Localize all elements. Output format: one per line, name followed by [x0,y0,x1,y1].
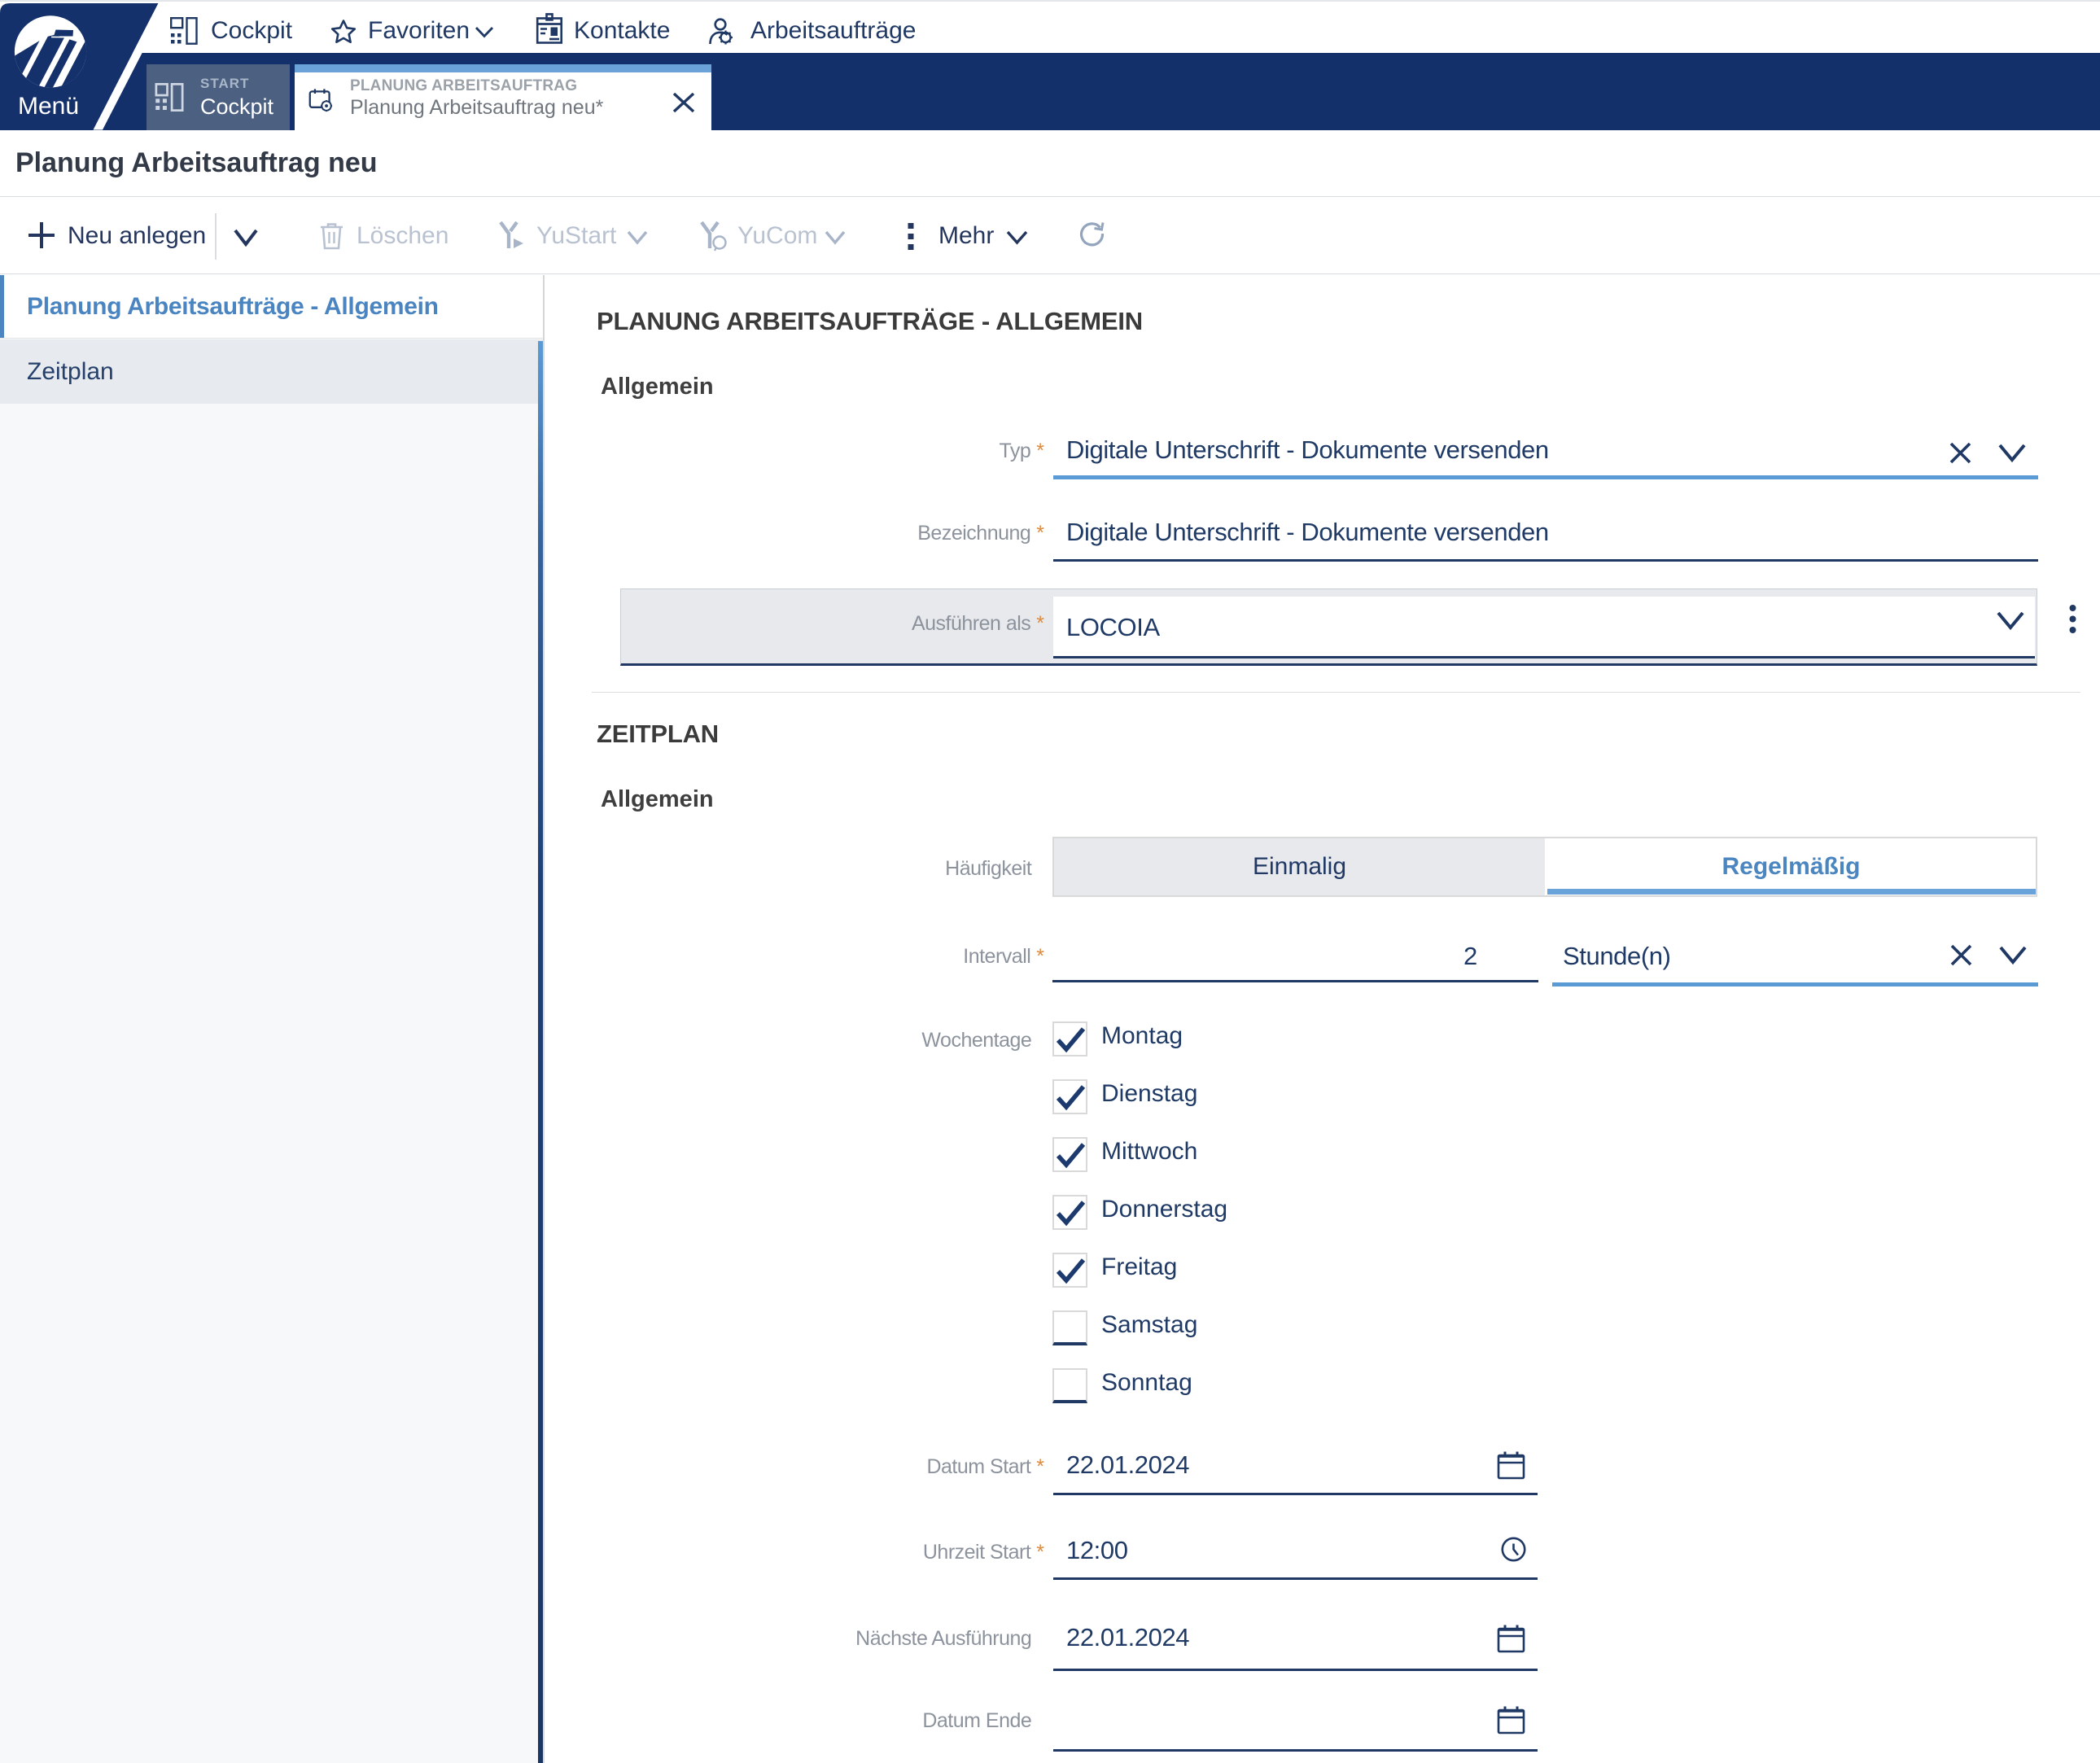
svg-text:Menü: Menü [18,93,79,120]
